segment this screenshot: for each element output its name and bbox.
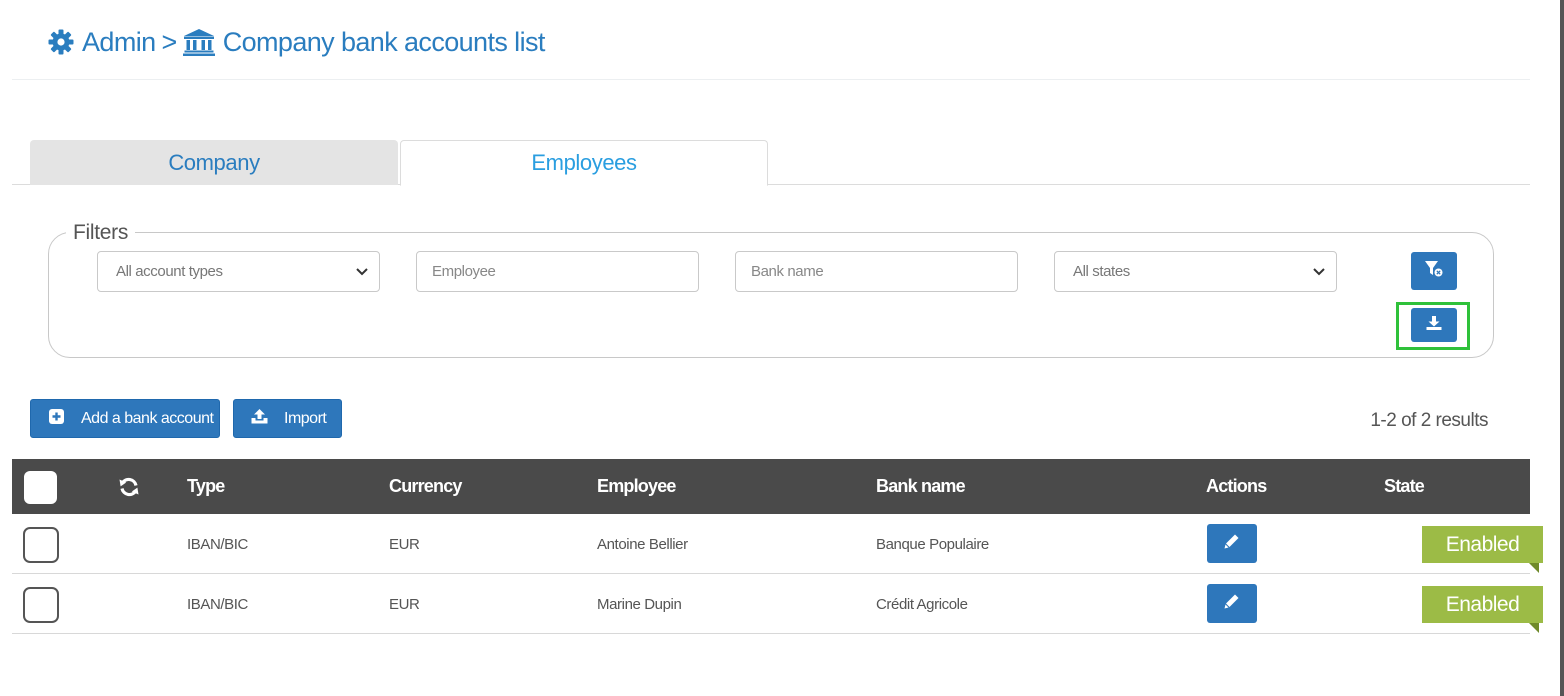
cell-type: IBAN/BIC [187, 596, 248, 613]
cell-bank-name: Crédit Agricole [876, 596, 968, 613]
status-badge-fold [1529, 623, 1539, 633]
table-row: IBAN/BIC EUR Antoine Bellier Banque Popu… [12, 515, 1543, 574]
import-label: Import [284, 409, 327, 427]
column-header-employee[interactable]: Employee [597, 476, 676, 497]
cell-currency: EUR [389, 536, 420, 553]
pencil-icon [1223, 592, 1241, 615]
tab-employees[interactable]: Employees [400, 140, 768, 186]
column-header-currency[interactable]: Currency [389, 476, 462, 497]
filter-clear-icon [1424, 260, 1444, 283]
chevron-down-icon [355, 265, 369, 282]
account-type-select[interactable]: All account types [97, 251, 380, 292]
edit-button[interactable] [1207, 584, 1257, 623]
table-row: IBAN/BIC EUR Marine Dupin Crédit Agricol… [12, 575, 1543, 634]
download-icon [1425, 315, 1443, 336]
page-title: Company bank accounts list [222, 26, 546, 57]
pencil-icon [1223, 532, 1241, 555]
bank-icon [182, 28, 215, 56]
status-badge: Enabled [1422, 526, 1543, 563]
refresh-icon[interactable] [118, 477, 140, 502]
edit-button[interactable] [1207, 524, 1257, 563]
chevron-down-icon [1312, 265, 1326, 282]
tab-company[interactable]: Company [30, 140, 398, 185]
add-bank-account-label: Add a bank account [81, 409, 214, 427]
column-header-state[interactable]: State [1384, 476, 1425, 497]
cell-currency: EUR [389, 596, 420, 613]
upload-icon [250, 408, 284, 430]
results-count: 1-2 of 2 results [1370, 410, 1488, 431]
import-button[interactable]: Import [233, 399, 342, 438]
cell-employee: Marine Dupin [597, 596, 682, 613]
column-header-actions: Actions [1206, 476, 1267, 496]
gear-icon [48, 29, 74, 55]
breadcrumb-admin-link[interactable]: Admin [82, 27, 156, 58]
column-header-type[interactable]: Type [187, 476, 225, 497]
employee-filter-placeholder: Employee [432, 263, 496, 280]
table-header: Type Currency Employee Bank name Actions… [12, 459, 1530, 514]
employee-filter-input[interactable]: Employee [416, 251, 699, 292]
filters-legend: Filters [66, 221, 136, 245]
add-bank-account-button[interactable]: Add a bank account [30, 399, 220, 438]
bank-name-filter-input[interactable]: Bank name [735, 251, 1018, 292]
breadcrumb-separator: > [161, 26, 178, 57]
select-all-checkbox[interactable] [24, 471, 57, 504]
header-divider [12, 79, 1530, 80]
status-badge-fold [1529, 563, 1539, 573]
export-button[interactable] [1411, 308, 1457, 342]
breadcrumb: Admin > Company bank accounts list [48, 24, 545, 60]
window-right-border [1560, 0, 1564, 696]
state-select[interactable]: All states [1054, 251, 1337, 292]
clear-filters-button[interactable] [1411, 252, 1457, 290]
plus-square-icon [49, 408, 81, 429]
row-checkbox[interactable] [23, 587, 59, 623]
row-checkbox[interactable] [23, 527, 59, 563]
column-header-bank-name[interactable]: Bank name [876, 476, 966, 497]
status-badge: Enabled [1422, 586, 1543, 623]
bank-name-filter-placeholder: Bank name [751, 263, 824, 280]
cell-employee: Antoine Bellier [597, 536, 688, 553]
state-value: All states [1073, 263, 1130, 280]
cell-bank-name: Banque Populaire [876, 536, 989, 553]
cell-type: IBAN/BIC [187, 536, 248, 553]
account-type-value: All account types [116, 263, 223, 280]
